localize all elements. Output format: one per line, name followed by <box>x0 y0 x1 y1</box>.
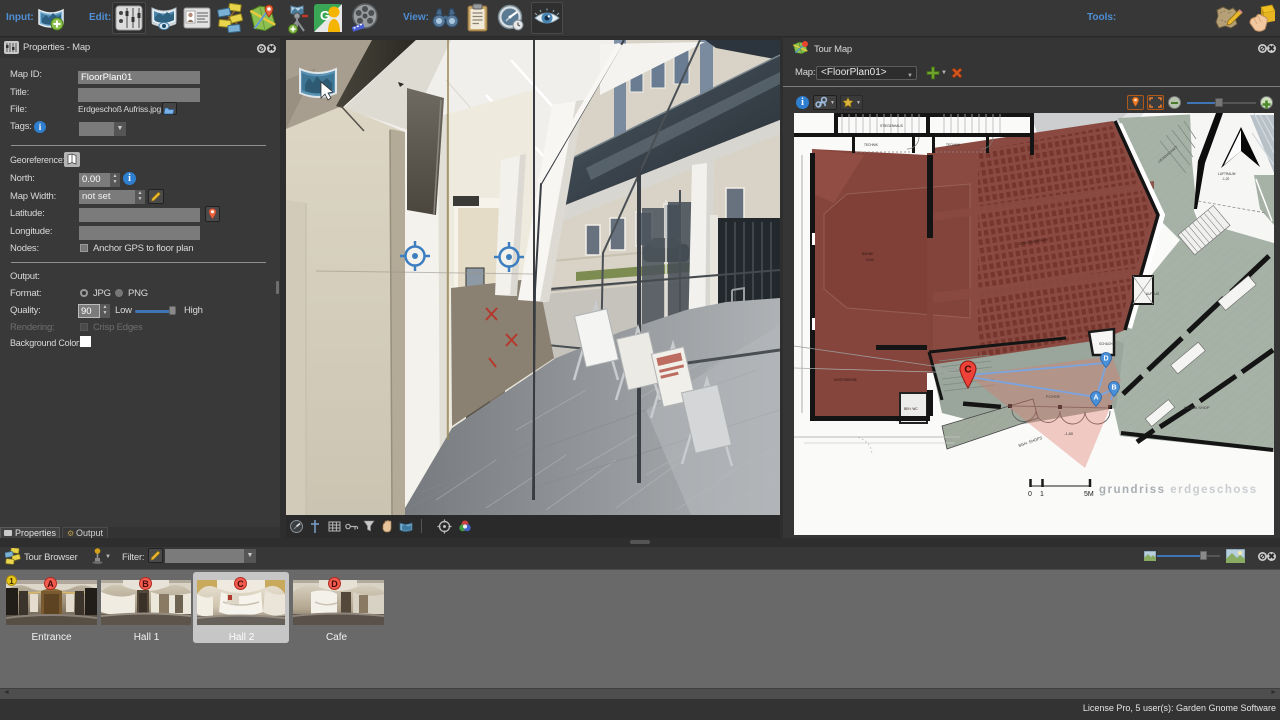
svg-text:B: B <box>1111 385 1116 392</box>
svg-text:HINTERBÜHNE: HINTERBÜHNE <box>834 378 857 382</box>
svg-text:A: A <box>1093 395 1098 402</box>
svg-text:KASSA SHOP: KASSA SHOP <box>1184 405 1210 410</box>
svg-text:BÜHNE: BÜHNE <box>862 252 873 256</box>
svg-text:SCHACHT: SCHACHT <box>1099 342 1114 346</box>
svg-text:BEH. WC: BEH. WC <box>904 407 918 411</box>
svg-text:TECHNIK: TECHNIK <box>864 143 879 147</box>
svg-text:0: 0 <box>1028 491 1032 498</box>
svg-text:C: C <box>964 365 971 376</box>
svg-text:STIEGENHAUS: STIEGENHAUS <box>880 124 903 128</box>
svg-text:TECHNIK: TECHNIK <box>946 143 961 147</box>
svg-text:-1,20: -1,20 <box>1222 177 1229 181</box>
svg-text:D: D <box>1103 356 1108 363</box>
svg-text:FOYER: FOYER <box>1046 394 1060 399</box>
svg-text:1: 1 <box>1040 491 1044 498</box>
svg-text:grundriss erdgeschoss: grundriss erdgeschoss <box>1099 484 1258 496</box>
svg-text:G: G <box>320 8 330 23</box>
svg-text:AUFZUG: AUFZUG <box>1146 292 1160 296</box>
svg-text:5M: 5M <box>1084 491 1094 498</box>
svg-text:LUFTRAUM: LUFTRAUM <box>1218 172 1236 176</box>
svg-text:±0,00: ±0,00 <box>866 258 874 262</box>
svg-text:-1,80: -1,80 <box>1064 431 1074 436</box>
